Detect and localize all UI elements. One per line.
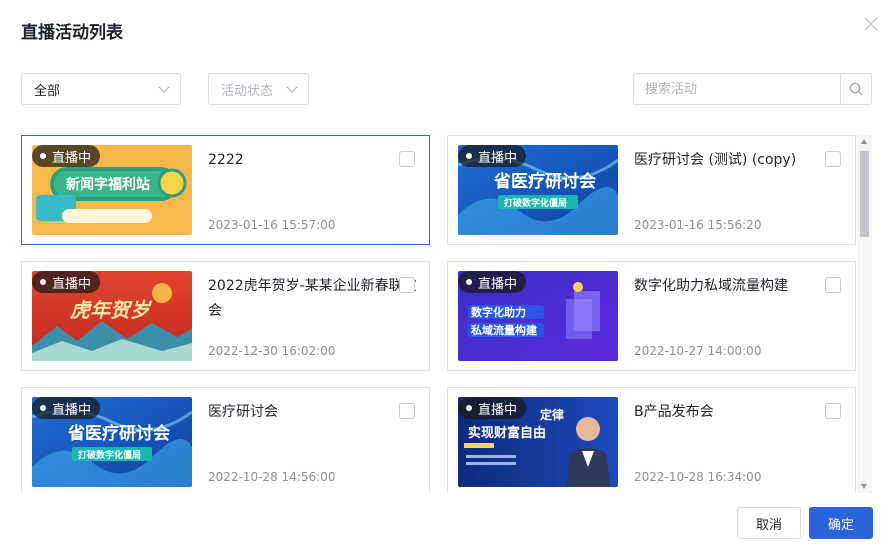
live-dot-icon xyxy=(466,279,472,285)
live-dot-icon xyxy=(40,279,46,285)
live-status-badge: 直播中 xyxy=(32,271,101,293)
thumbnail-subtext: 私域流量构建 xyxy=(471,323,538,337)
live-dot-icon xyxy=(40,405,46,411)
thumbnail-text: 新闻字福利站 xyxy=(66,176,150,193)
live-status-badge: 直播中 xyxy=(458,145,527,167)
chevron-down-icon xyxy=(286,86,298,93)
live-dot-icon xyxy=(466,405,472,411)
activity-title: 2022虎年贺岁-某某企业新春联欢会 xyxy=(208,278,417,319)
activity-card[interactable]: 新闻字福利站 直播中 2222 2023-01-16 15:57:00 xyxy=(21,135,430,245)
activity-card[interactable]: 省医疗研讨会 打破数字化僵局 直播中 医疗研讨会 2022-10-28 14:5… xyxy=(21,387,430,493)
badge-label: 直播中 xyxy=(52,402,92,418)
dialog-title: 直播活动列表 xyxy=(21,23,123,43)
search-button[interactable] xyxy=(840,73,872,105)
scroll-up-icon[interactable] xyxy=(861,139,867,144)
activity-time: 2023-01-16 15:56:20 xyxy=(634,218,762,232)
thumbnail-text: 虎年贺岁 xyxy=(70,298,153,322)
badge-label: 直播中 xyxy=(478,276,518,292)
thumbnail-text: 数字化助力 xyxy=(471,305,526,319)
status-select-placeholder: 活动状态 xyxy=(221,83,274,99)
activity-time: 2023-01-16 15:57:00 xyxy=(208,218,336,232)
search-input[interactable] xyxy=(633,73,841,105)
category-select-value: 全部 xyxy=(34,83,61,99)
thumbnail-subtext: 打破数字化僵局 xyxy=(504,197,567,209)
thumbnail-text: 省医疗研讨会 xyxy=(67,423,170,444)
live-dot-icon xyxy=(466,153,472,159)
search-icon xyxy=(849,82,863,96)
thumbnail-subtext: 定律 xyxy=(540,407,564,422)
confirm-button[interactable]: 确定 xyxy=(809,507,873,539)
activity-time: 2022-10-27 14:00:00 xyxy=(634,344,762,358)
activity-title: 医疗研讨会 xyxy=(208,404,278,420)
close-icon[interactable] xyxy=(861,14,881,34)
chevron-down-icon xyxy=(158,86,170,93)
activity-card[interactable]: 省医疗研讨会 打破数字化僵局 直播中 医疗研讨会 (测试) (copy) 202… xyxy=(447,135,856,245)
scroll-down-icon[interactable] xyxy=(861,484,867,489)
thumbnail-text: 省医疗研讨会 xyxy=(493,171,596,192)
status-select[interactable]: 活动状态 xyxy=(208,73,309,105)
badge-label: 直播中 xyxy=(52,276,92,292)
live-status-badge: 直播中 xyxy=(32,397,101,419)
activity-title: 数字化助力私域流量构建 xyxy=(634,278,788,294)
live-status-badge: 直播中 xyxy=(458,397,527,419)
activity-time: 2022-10-28 14:56:00 xyxy=(208,470,336,484)
select-checkbox[interactable] xyxy=(399,277,415,293)
select-checkbox[interactable] xyxy=(399,403,415,419)
thumbnail-subtext: 打破数字化僵局 xyxy=(78,449,141,461)
category-select[interactable]: 全部 xyxy=(21,73,181,105)
select-checkbox[interactable] xyxy=(825,151,841,167)
activity-card[interactable]: 实现财富自由 定律 直播中 B产品发布会 2022-10-28 16:34:00 xyxy=(447,387,856,493)
activity-time: 2022-10-28 16:34:00 xyxy=(634,470,762,484)
live-status-badge: 直播中 xyxy=(458,271,527,293)
list-scrollbar[interactable] xyxy=(857,135,872,493)
activity-card[interactable]: 数字化助力 私域流量构建 直播中 数字化助力私域流量构建 2022-10-27 … xyxy=(447,261,856,371)
scroll-thumb[interactable] xyxy=(860,151,869,237)
cancel-button[interactable]: 取消 xyxy=(737,507,801,539)
select-checkbox[interactable] xyxy=(399,151,415,167)
live-status-badge: 直播中 xyxy=(32,145,101,167)
select-checkbox[interactable] xyxy=(825,277,841,293)
live-dot-icon xyxy=(40,153,46,159)
badge-label: 直播中 xyxy=(478,402,518,418)
badge-label: 直播中 xyxy=(478,150,518,166)
thumbnail-text: 实现财富自由 xyxy=(468,425,546,441)
activity-title: 2222 xyxy=(208,152,244,168)
select-checkbox[interactable] xyxy=(825,403,841,419)
activity-title: B产品发布会 xyxy=(634,404,714,420)
activity-title: 医疗研讨会 (测试) (copy) xyxy=(634,152,797,168)
activity-time: 2022-12-30 16:02:00 xyxy=(208,344,336,358)
badge-label: 直播中 xyxy=(52,150,92,166)
activity-card[interactable]: 虎年贺岁 直播中 2022虎年贺岁-某某企业新春联欢会 2022-12-30 1… xyxy=(21,261,430,371)
activity-list[interactable]: 新闻字福利站 直播中 2222 2023-01-16 15:57:00 省医疗研… xyxy=(21,135,872,493)
